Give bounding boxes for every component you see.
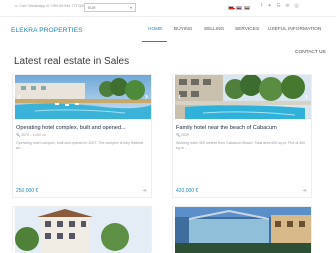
active-nav-indicator	[142, 41, 167, 43]
twitter-icon[interactable]: ✦	[267, 3, 271, 9]
nav-contact-us[interactable]: CONTACT US	[295, 50, 326, 55]
bulgarian-flag-icon[interactable]	[244, 6, 250, 10]
social-links: f ✦ G in ◎	[261, 3, 299, 9]
listing-card[interactable]: ‹ › Operating hotel complex, built and o…	[12, 74, 152, 198]
listing-photo[interactable]	[175, 207, 311, 253]
header: ELEKRA PROPERTIES HOME BUYING SELLING SE…	[0, 16, 336, 45]
share-icon[interactable]: ⋖	[303, 188, 307, 194]
language-flags	[228, 6, 250, 10]
currency-value: EUR	[88, 6, 96, 10]
listing-price: 250,000 €	[16, 188, 39, 194]
nav-buying[interactable]: BUYING	[174, 27, 192, 32]
english-flag-icon[interactable]	[228, 6, 235, 10]
previous-arrow-icon[interactable]: ‹	[18, 91, 21, 101]
listing-photo[interactable]	[15, 207, 151, 253]
share-icon[interactable]: ⋖	[143, 188, 147, 194]
building-photo-image	[15, 207, 151, 253]
listing-price: 420,000 €	[176, 188, 199, 194]
previous-arrow-icon[interactable]: ‹	[178, 91, 181, 101]
hotel-photo-image	[175, 75, 311, 119]
main-nav: HOME BUYING SELLING SERVICES USEFUL INFO…	[0, 27, 336, 35]
russian-flag-icon[interactable]	[236, 6, 242, 10]
listing-description: Operating hotel complex, built and opene…	[16, 141, 144, 150]
linkedin-icon[interactable]: in	[285, 3, 289, 9]
chevron-down-icon: ▾	[129, 5, 132, 10]
listing-card[interactable]	[172, 206, 312, 253]
listing-photo[interactable]: ‹ ›	[15, 75, 151, 119]
listing-meta: 🔍 3579 ⌂ 4,000 m²	[16, 133, 47, 137]
listing-photo[interactable]: ‹ ›	[175, 75, 311, 119]
top-bar: ☏ Call / WhatsApp ✉ +359 89 845 777 000 …	[0, 0, 336, 16]
nav-selling[interactable]: SELLING	[204, 27, 224, 32]
listing-title[interactable]: Operating hotel complex, built and opene…	[16, 125, 126, 131]
currency-select[interactable]: EUR ▾	[84, 3, 136, 12]
google-plus-icon[interactable]: G	[277, 3, 281, 9]
hotel-photo-image	[15, 75, 151, 119]
facebook-icon[interactable]: f	[261, 3, 262, 9]
nav-useful-information[interactable]: USEFUL INFORMATION	[268, 27, 321, 32]
resort-photo-image	[175, 207, 311, 253]
listing-description: Working hotel 300 meters from Cabacum Be…	[176, 141, 306, 150]
nav-services[interactable]: SERVICES	[235, 27, 259, 32]
section-title: Latest real estate in Sales	[14, 56, 130, 67]
nav-home[interactable]: HOME	[148, 27, 162, 32]
next-arrow-icon[interactable]: ›	[145, 91, 148, 101]
listing-card[interactable]: ‹ › Family hotel near the beach of Cabac…	[172, 74, 312, 198]
listing-card[interactable]	[12, 206, 152, 253]
instagram-icon[interactable]: ◎	[294, 3, 298, 9]
listing-meta: 🔍 2809	[176, 133, 189, 137]
listing-title[interactable]: Family hotel near the beach of Cabacum	[176, 125, 277, 131]
next-arrow-icon[interactable]: ›	[305, 91, 308, 101]
contact-info: ☏ Call / WhatsApp ✉ +359 89 845 777 000	[14, 4, 85, 8]
